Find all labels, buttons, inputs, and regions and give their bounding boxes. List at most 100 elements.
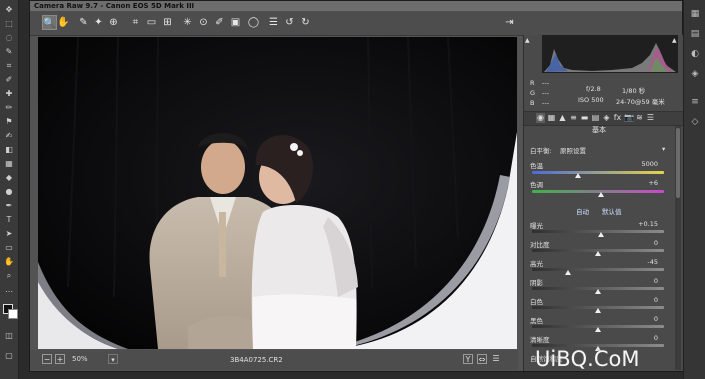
radial-filter-tool-icon[interactable]: ◯ bbox=[246, 15, 261, 30]
blur-tool-icon[interactable]: ◆ bbox=[2, 172, 16, 183]
export-icon[interactable]: ⇥ bbox=[502, 15, 517, 30]
adjust-value-1[interactable]: 0 bbox=[634, 239, 658, 247]
adjustment-brush-tool-icon[interactable]: ✐ bbox=[212, 15, 227, 30]
panel-tab-10-icon[interactable]: ☰ bbox=[646, 113, 655, 123]
quick-mask-icon[interactable]: ◫ bbox=[2, 330, 16, 341]
zoom-in-button[interactable]: + bbox=[55, 354, 65, 364]
adjust-value-5[interactable]: 0 bbox=[634, 315, 658, 323]
zoom-tool-icon[interactable]: 🔍 bbox=[42, 15, 57, 30]
adjust-value-0[interactable]: +0.15 bbox=[634, 220, 658, 228]
panel-tab-6-icon[interactable]: ◈ bbox=[602, 113, 611, 123]
panel-tab-9-icon[interactable]: ≋ bbox=[635, 113, 644, 123]
white-balance-dropdown-icon[interactable]: ▾ bbox=[662, 145, 665, 153]
histogram-graph bbox=[544, 43, 676, 72]
path-select-tool-icon[interactable]: ➤ bbox=[2, 228, 16, 239]
history-panel-icon[interactable]: ▦ bbox=[688, 8, 702, 20]
white-balance-tool-icon[interactable]: ✎ bbox=[76, 15, 91, 30]
panel-tab-5-icon[interactable]: ▤ bbox=[591, 113, 600, 123]
hand-tool-icon[interactable]: ✋ bbox=[2, 256, 16, 267]
panel-tab-7-icon[interactable]: fx bbox=[613, 113, 622, 123]
default-button[interactable]: 默认值 bbox=[602, 206, 622, 216]
temperature-slider[interactable] bbox=[532, 171, 664, 174]
rotate-left-button-icon[interactable]: ↺ bbox=[282, 15, 297, 30]
panel-tab-3-icon[interactable]: ≡ bbox=[569, 113, 578, 123]
spot-removal-tool-icon[interactable]: ✳ bbox=[180, 15, 195, 30]
adjustments-panel-icon[interactable]: ◐ bbox=[688, 48, 702, 60]
tint-value[interactable]: +6 bbox=[634, 179, 658, 187]
zoom-tool-icon[interactable]: ⌕ bbox=[2, 270, 16, 281]
adjust-slider-thumb-0[interactable] bbox=[597, 232, 604, 237]
eyedropper-tool-icon[interactable]: ✐ bbox=[2, 74, 16, 85]
pen-tool-icon[interactable]: ✒ bbox=[2, 200, 16, 211]
shape-tool-icon[interactable]: ▭ bbox=[2, 242, 16, 253]
dodge-tool-icon[interactable]: ● bbox=[2, 186, 16, 197]
layers-panel-icon[interactable]: ◈ bbox=[688, 68, 702, 80]
adjust-slider-thumb-2[interactable] bbox=[564, 270, 571, 275]
red-eye-tool-icon[interactable]: ⊙ bbox=[196, 15, 211, 30]
adjust-slider-thumb-1[interactable] bbox=[595, 251, 601, 256]
properties-panel-icon[interactable]: ▤ bbox=[688, 28, 702, 40]
view-toggle-button[interactable]: Y bbox=[463, 354, 473, 364]
adjust-value-3[interactable]: 0 bbox=[634, 277, 658, 285]
r-label: R bbox=[530, 79, 535, 87]
adjust-value-4[interactable]: 0 bbox=[634, 296, 658, 304]
quick-select-tool-icon[interactable]: ✎ bbox=[2, 46, 16, 57]
panel-scroll-thumb[interactable] bbox=[676, 128, 680, 198]
panel-tab-8-icon[interactable]: 📷 bbox=[624, 113, 634, 123]
before-after-button[interactable]: ⇔ bbox=[477, 354, 487, 364]
preview-settings-icon[interactable]: ☰ bbox=[491, 354, 501, 364]
channels-panel-icon[interactable]: ≡ bbox=[688, 96, 702, 108]
screen-mode-icon[interactable]: ▢ bbox=[2, 350, 16, 361]
eraser-tool-icon[interactable]: ◧ bbox=[2, 144, 16, 155]
adjust-value-2[interactable]: -45 bbox=[634, 258, 658, 266]
shadow-clip-icon[interactable]: ▲ bbox=[525, 37, 533, 45]
adjust-slider-thumb-4[interactable] bbox=[595, 308, 601, 313]
targeted-adjustment-tool-icon[interactable]: ⊕ bbox=[106, 15, 121, 30]
straighten-tool-icon[interactable]: ▭ bbox=[144, 15, 159, 30]
move-tool-icon[interactable]: ✥ bbox=[2, 4, 16, 15]
temperature-value[interactable]: 5000 bbox=[634, 160, 658, 168]
adjust-slider-2[interactable] bbox=[532, 268, 664, 271]
preferences-button-icon[interactable]: ☰ bbox=[266, 15, 281, 30]
panel-tab-4-icon[interactable]: ▬ bbox=[580, 113, 589, 123]
status-bar: − + 50% ▾ 3B4A0725.CR2 Y ⇔ ☰ bbox=[30, 350, 518, 370]
zoom-level[interactable]: 50% bbox=[72, 353, 104, 365]
image-preview[interactable] bbox=[38, 37, 517, 349]
history-brush-tool-icon[interactable]: ✍ bbox=[2, 130, 16, 141]
type-tool-icon[interactable]: T bbox=[2, 214, 16, 225]
white-balance-select[interactable]: 原照设置 bbox=[560, 145, 586, 155]
auto-button[interactable]: 自动 bbox=[576, 206, 589, 216]
temperature-label: 色温 bbox=[530, 162, 543, 170]
highlight-clip-icon[interactable]: ▲ bbox=[672, 37, 680, 45]
zoom-out-button[interactable]: − bbox=[42, 354, 52, 364]
stamp-tool-icon[interactable]: ⚑ bbox=[2, 116, 16, 127]
panel-tab-1-icon[interactable]: ▦ bbox=[547, 113, 556, 123]
rotate-right-button-icon[interactable]: ↻ bbox=[298, 15, 313, 30]
background-color-swatch[interactable] bbox=[8, 309, 18, 319]
adjust-label-6: 清晰度 bbox=[530, 336, 550, 344]
panel-tab-0-icon[interactable]: ◉ bbox=[536, 113, 545, 123]
brush-tool-icon[interactable]: ✏ bbox=[2, 102, 16, 113]
more-tools-icon[interactable]: ⋯ bbox=[2, 286, 16, 297]
panel-tab-2-icon[interactable]: ▲ bbox=[558, 113, 567, 123]
crop-tool-icon[interactable]: ⌗ bbox=[128, 15, 143, 30]
marquee-tool-icon[interactable]: ⬚ bbox=[2, 18, 16, 29]
iso: ISO 500 bbox=[578, 96, 604, 104]
section-title: 基本 bbox=[592, 126, 606, 134]
adjust-slider-thumb-3[interactable] bbox=[595, 289, 601, 294]
gradient-tool-icon[interactable]: ▦ bbox=[2, 158, 16, 169]
panel-scrollbar[interactable] bbox=[675, 126, 681, 370]
transform-tool-icon[interactable]: ⊞ bbox=[160, 15, 175, 30]
graduated-filter-tool-icon[interactable]: ▣ bbox=[228, 15, 243, 30]
hand-tool-icon[interactable]: ✋ bbox=[56, 15, 71, 30]
healing-tool-icon[interactable]: ✚ bbox=[2, 88, 16, 99]
zoom-dropdown-icon[interactable]: ▾ bbox=[108, 354, 118, 364]
color-sampler-tool-icon[interactable]: ✦ bbox=[91, 15, 106, 30]
paths-panel-icon[interactable]: ◇ bbox=[688, 116, 702, 128]
temperature-slider-thumb[interactable] bbox=[575, 173, 582, 178]
tint-slider-thumb[interactable] bbox=[597, 192, 604, 197]
lasso-tool-icon[interactable]: ◌ bbox=[2, 32, 16, 43]
crop-tool-icon[interactable]: ⌗ bbox=[2, 60, 16, 71]
adjust-value-6[interactable]: 0 bbox=[634, 334, 658, 342]
adjust-slider-thumb-5[interactable] bbox=[595, 327, 601, 332]
